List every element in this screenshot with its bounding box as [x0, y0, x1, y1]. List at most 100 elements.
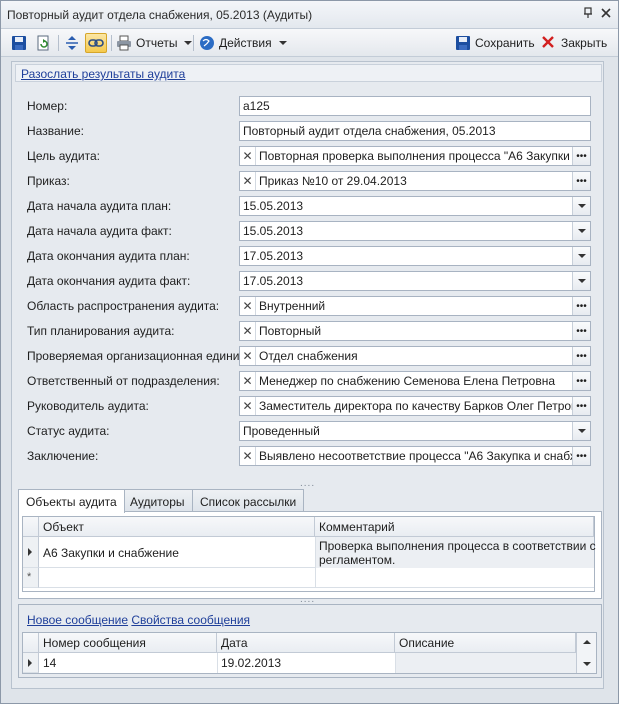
table-row[interactable]: 14 19.02.2013	[39, 653, 576, 673]
row-indicator[interactable]	[23, 537, 39, 568]
field-label: Статус аудита:	[27, 424, 110, 438]
clear-icon[interactable]: ✕	[240, 347, 256, 365]
tab-audit-objects[interactable]: Объекты аудита	[18, 489, 125, 513]
current-row-arrow-icon	[28, 548, 32, 556]
clear-icon[interactable]: ✕	[240, 372, 256, 390]
ellipsis-icon[interactable]: •••	[572, 397, 590, 415]
red-x-icon	[541, 35, 557, 51]
lookup-field[interactable]: ✕ Повторный •••	[239, 321, 591, 341]
link-bar: Разослать результаты аудита	[15, 64, 602, 82]
floppy-icon	[11, 35, 27, 51]
ellipsis-icon[interactable]: •••	[572, 372, 590, 390]
scroll-up-icon[interactable]	[579, 635, 595, 649]
lookup-field[interactable]: ✕ Внутренний •••	[239, 296, 591, 316]
audit-objects-tabpage: Объект Комментарий А6 Закупки и снабжени…	[18, 511, 602, 599]
audit-form-panel: Разослать результаты аудита Номер: а125 На…	[11, 61, 604, 689]
new-row-indicator[interactable]: *	[23, 568, 39, 588]
table-row[interactable]: А6 Закупки и снабжение Проверка выполнен…	[39, 537, 596, 568]
column-header-message-number[interactable]: Номер сообщения	[39, 633, 217, 653]
dropdown-field[interactable]: 15.05.2013	[239, 196, 591, 216]
field-value: 15.05.2013	[243, 199, 304, 213]
comment-cell-line1: Проверка выполнения процесса в соответст…	[319, 539, 596, 553]
scroll-down-icon[interactable]	[579, 657, 595, 671]
dropdown-arrow-icon[interactable]	[572, 197, 590, 215]
column-header-object[interactable]: Объект	[39, 517, 315, 537]
field-label: Заключение:	[27, 449, 99, 463]
objects-grid: Объект Комментарий А6 Закупки и снабжени…	[22, 516, 596, 592]
expand-button[interactable]	[64, 33, 80, 53]
floppy-icon	[455, 35, 471, 51]
field-value: 17.05.2013	[243, 274, 304, 288]
lookup-field[interactable]: ✕ Приказ №10 от 29.04.2013 •••	[239, 171, 591, 191]
save-label: Сохранить	[475, 36, 535, 50]
lookup-field[interactable]: ✕ Заместитель директора по качеству Барко…	[239, 396, 591, 416]
grid-corner	[23, 633, 39, 653]
column-header-comment[interactable]: Комментарий	[315, 517, 594, 537]
lookup-field[interactable]: ✕ Выявлено несоответствие процесса "А6 За…	[239, 446, 591, 466]
send-results-link[interactable]: Разослать результаты аудита	[21, 67, 185, 81]
dropdown-field[interactable]: Проведенный	[239, 421, 591, 441]
field-label: Тип планирования аудита:	[27, 324, 175, 338]
field-value: Отдел снабжения	[259, 349, 358, 363]
current-row-arrow-icon	[28, 659, 32, 667]
dropdown-arrow-icon[interactable]	[572, 222, 590, 240]
save-small-button[interactable]	[11, 33, 27, 53]
text-field[interactable]: а125	[239, 96, 591, 116]
dropdown-field[interactable]: 15.05.2013	[239, 221, 591, 241]
tab-auditors[interactable]: Аудиторы	[122, 489, 193, 512]
reports-menu-button[interactable]: Отчеты	[116, 33, 193, 53]
ellipsis-icon[interactable]: •••	[572, 347, 590, 365]
title-bar[interactable]: Повторный аудит отдела снабжения, 05.201…	[1, 1, 618, 29]
pin-icon[interactable]	[581, 7, 595, 21]
close-button[interactable]: Закрыть	[541, 33, 607, 53]
reports-label: Отчеты	[136, 36, 178, 50]
field-value: Заместитель директора по качеству Барков…	[259, 399, 572, 413]
lookup-field[interactable]: ✕ Менеджер по снабжению Семенова Елена Пе…	[239, 371, 591, 391]
dropdown-arrow-icon[interactable]	[572, 272, 590, 290]
ellipsis-icon[interactable]: •••	[572, 447, 590, 465]
column-header-date[interactable]: Дата	[217, 633, 395, 653]
clear-icon[interactable]: ✕	[240, 447, 256, 465]
field-label: Дата начала аудита план:	[27, 199, 172, 213]
window-title: Повторный аудит отдела снабжения, 05.201…	[7, 8, 313, 22]
row-indicator[interactable]	[23, 653, 39, 673]
ellipsis-icon[interactable]: •••	[572, 147, 590, 165]
new-row[interactable]	[39, 568, 594, 588]
tab-label: Объекты аудита	[26, 495, 117, 509]
messages-link-bar: Новое сообщение Свойства сообщения	[27, 613, 250, 627]
toolbar-separator	[111, 35, 112, 51]
message-properties-link[interactable]: Свойства сообщения	[131, 613, 250, 627]
ellipsis-icon[interactable]: •••	[572, 172, 590, 190]
lookup-field[interactable]: ✕ Повторная проверка выполнения процесса …	[239, 146, 591, 166]
actions-menu-button[interactable]: Действия	[199, 33, 287, 53]
message-number-cell: 14	[43, 656, 57, 670]
field-value: Внутренний	[259, 299, 326, 313]
field-value: а125	[243, 99, 270, 113]
text-field[interactable]: Повторный аудит отдела снабжения, 05.201…	[239, 121, 591, 141]
ellipsis-icon[interactable]: •••	[572, 297, 590, 315]
dropdown-arrow-icon[interactable]	[572, 247, 590, 265]
dropdown-field[interactable]: 17.05.2013	[239, 271, 591, 291]
dropdown-arrow-icon[interactable]	[572, 422, 590, 440]
dropdown-field[interactable]: 17.05.2013	[239, 246, 591, 266]
close-icon[interactable]	[599, 7, 613, 21]
dropdown-arrow-icon	[184, 41, 193, 45]
ellipsis-icon[interactable]: •••	[572, 322, 590, 340]
new-message-link[interactable]: Новое сообщение	[27, 613, 128, 627]
link-button[interactable]	[88, 33, 104, 53]
tab-mailing-list[interactable]: Список рассылки	[192, 489, 305, 512]
clear-icon[interactable]: ✕	[240, 147, 256, 165]
lookup-field[interactable]: ✕ Отдел снабжения •••	[239, 346, 591, 366]
field-value: 15.05.2013	[243, 224, 304, 238]
clear-icon[interactable]: ✕	[240, 297, 256, 315]
refresh-button[interactable]	[35, 33, 51, 53]
clear-icon[interactable]: ✕	[240, 322, 256, 340]
save-button[interactable]: Сохранить	[455, 33, 535, 53]
splitter-handle[interactable]: ....	[300, 478, 315, 489]
field-label: Проверяемая организационная единица:	[27, 349, 257, 363]
printer-icon	[116, 35, 132, 51]
vertical-scrollbar[interactable]	[576, 633, 596, 673]
column-header-description[interactable]: Описание	[395, 633, 576, 653]
clear-icon[interactable]: ✕	[240, 172, 256, 190]
clear-icon[interactable]: ✕	[240, 397, 256, 415]
